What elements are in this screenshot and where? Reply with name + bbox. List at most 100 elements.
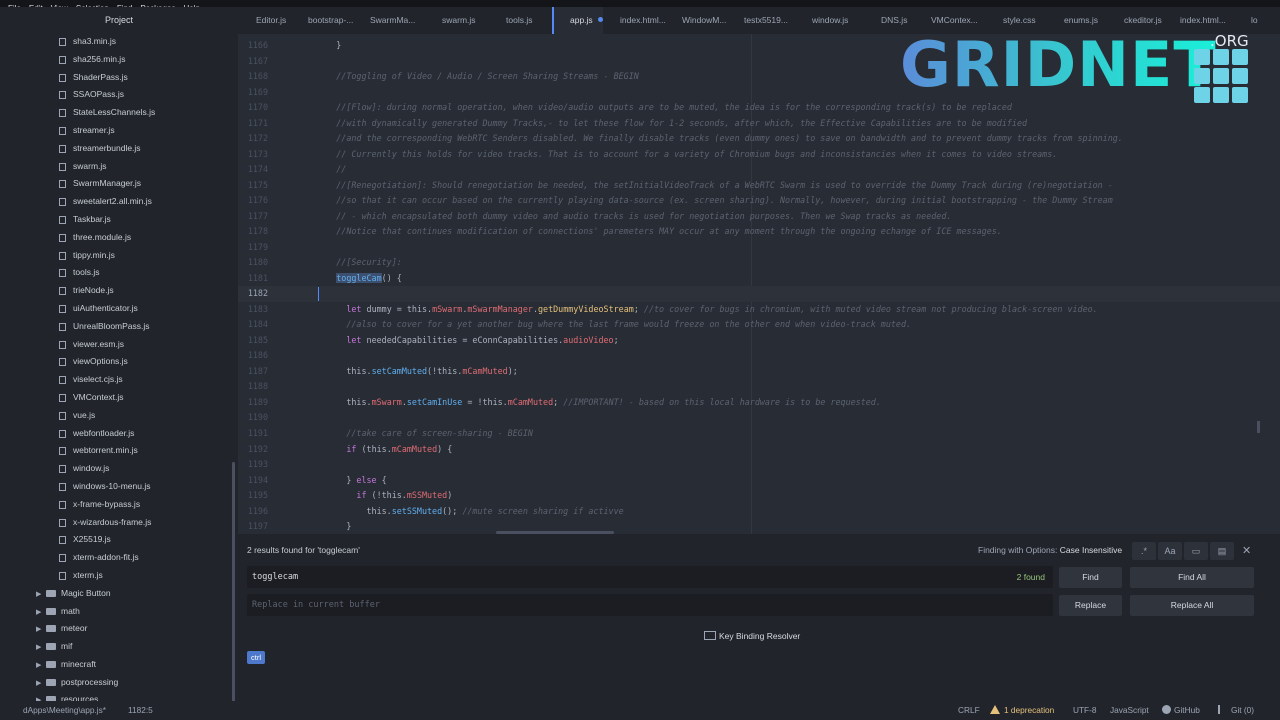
line-number: 1189 (247, 396, 268, 407)
tab-tools-js[interactable]: tools.js (506, 7, 532, 34)
folder-item[interactable]: ▶ postprocessing (0, 674, 238, 692)
file-item[interactable]: X25519.js (0, 531, 238, 549)
vertical-scrollbar[interactable] (1257, 421, 1260, 433)
tab-label: window.js (812, 15, 849, 25)
file-item[interactable]: tippy.min.js (0, 247, 238, 265)
logo-grid-icon (1194, 49, 1248, 103)
file-item[interactable]: streamerbundle.js (0, 140, 238, 158)
file-item[interactable]: UnrealBloomPass.js (0, 318, 238, 336)
tab-windowm-[interactable]: WindowM... (682, 7, 726, 34)
case-toggle-button[interactable]: Aa (1158, 542, 1182, 560)
logo-text: GRIDNET (900, 28, 1217, 101)
tab-bootstrap-[interactable]: bootstrap-... (308, 7, 353, 34)
code-token: ; (553, 396, 564, 407)
code-token: //take care of screen-sharing - BEGIN (306, 428, 533, 438)
folder-item[interactable]: ▶ meteor (0, 620, 238, 638)
in-selection-toggle-button[interactable]: ▭ (1184, 542, 1208, 560)
line-ending[interactable]: CRLF (958, 701, 980, 720)
chevron-right-icon[interactable]: ▶ (36, 604, 46, 622)
code-text: if (!this.mSSMuted) (306, 488, 452, 504)
folder-item[interactable]: ▶ math (0, 603, 238, 621)
file-item[interactable]: webtorrent.min.js (0, 442, 238, 460)
tab-editor-js[interactable]: Editor.js (256, 7, 286, 34)
chevron-right-icon[interactable]: ▶ (36, 657, 46, 675)
github-status[interactable]: GitHub (1162, 701, 1200, 720)
folder-item[interactable]: ▶ minecraft (0, 656, 238, 674)
file-item[interactable]: viewOptions.js (0, 353, 238, 371)
code-line: 1187 this.setCamMuted(!this.mCamMuted); (238, 364, 1280, 380)
replace-button[interactable]: Replace (1059, 595, 1122, 616)
file-item[interactable]: sweetalert2.all.min.js (0, 193, 238, 211)
chevron-right-icon[interactable]: ▶ (36, 621, 46, 639)
file-label: viewOptions.js (73, 356, 128, 367)
tab-testx5519-[interactable]: testx5519... (744, 7, 788, 34)
close-icon[interactable]: ✕ (1242, 544, 1251, 557)
file-item[interactable]: streamer.js (0, 122, 238, 140)
file-item[interactable]: vue.js (0, 407, 238, 425)
file-item[interactable]: SwarmManager.js (0, 175, 238, 193)
tab-window-js[interactable]: window.js (812, 7, 848, 34)
tab-app-js[interactable]: app.js (552, 7, 603, 34)
code-editor[interactable]: 1166 } 1167 1168 //Toggling of Video / Aud… (238, 34, 1280, 534)
key-binding-resolver[interactable]: Key Binding Resolver (704, 630, 800, 641)
grammar-selector[interactable]: JavaScript (1110, 701, 1149, 720)
file-item[interactable]: SSAOPass.js (0, 86, 238, 104)
file-item[interactable]: xterm-addon-fit.js (0, 549, 238, 567)
chevron-right-icon[interactable]: ▶ (36, 675, 46, 693)
file-item[interactable]: viewer.esm.js (0, 336, 238, 354)
file-item[interactable]: webfontloader.js (0, 425, 238, 443)
file-item[interactable]: ShaderPass.js (0, 69, 238, 87)
folder-item[interactable]: ▶ mif (0, 638, 238, 656)
replace-input[interactable]: Replace in current buffer (247, 594, 1053, 616)
code-token: //IMPORTANT! - based on this local hardw… (563, 396, 881, 407)
folder-label: postprocessing (61, 676, 119, 687)
file-item[interactable]: trieNode.js (0, 282, 238, 300)
chevron-right-icon[interactable]: ▶ (36, 639, 46, 657)
tab-label: WindowM... (682, 15, 727, 25)
file-item[interactable]: xterm.js (0, 567, 238, 585)
deprecation-label: 1 deprecation (1004, 705, 1055, 715)
whole-word-toggle-button[interactable]: ▤ (1210, 542, 1234, 560)
file-encoding[interactable]: UTF-8 (1073, 701, 1097, 720)
file-item[interactable]: Taskbar.js (0, 211, 238, 229)
gridnet-logo: GRIDNET .ORG (900, 32, 1252, 106)
chevron-right-icon[interactable]: ▶ (36, 692, 46, 701)
file-item[interactable]: swarm.js (0, 158, 238, 176)
find-all-button[interactable]: Find All (1130, 567, 1254, 588)
tab-index-html-[interactable]: index.html... (620, 7, 666, 34)
sidebar-scrollbar[interactable] (232, 462, 235, 701)
regex-toggle-button[interactable]: .* (1132, 542, 1156, 560)
code-line: 1183 let dummy = this.mSwarm.mSwarmManag… (238, 302, 1280, 318)
file-item[interactable]: three.module.js (0, 229, 238, 247)
file-icon (59, 215, 66, 224)
find-button[interactable]: Find (1059, 567, 1122, 588)
tab-label: lo (1251, 15, 1258, 25)
file-path[interactable]: dApps\Meeting\app.js* (23, 701, 106, 720)
file-item[interactable]: StateLessChannels.js (0, 104, 238, 122)
file-icon (59, 109, 66, 118)
code-text: this.setCamMuted(!this.mCamMuted); (306, 364, 517, 380)
folder-item[interactable]: ▶ Magic Button (0, 585, 238, 603)
file-item[interactable]: tools.js (0, 264, 238, 282)
line-number: 1187 (247, 365, 268, 376)
file-item[interactable]: sha256.min.js (0, 51, 238, 69)
find-input[interactable]: togglecam 2 found (247, 566, 1053, 588)
cursor-position[interactable]: 1182:5 (128, 701, 153, 720)
tab-label: tools.js (506, 15, 533, 25)
file-item[interactable]: x-wizardous-frame.js (0, 514, 238, 532)
file-item[interactable]: sha3.min.js (0, 33, 238, 51)
file-item[interactable]: VMContext.js (0, 389, 238, 407)
file-item[interactable]: window.js (0, 460, 238, 478)
replace-all-button[interactable]: Replace All (1130, 595, 1254, 616)
file-item[interactable]: uiAuthenticator.js (0, 300, 238, 318)
tab-swarmma-[interactable]: SwarmMa... (370, 7, 415, 34)
chevron-right-icon[interactable]: ▶ (36, 586, 46, 604)
tab-lo[interactable]: lo (1251, 7, 1258, 34)
tab-swarm-js[interactable]: swarm.js (442, 7, 476, 34)
git-status[interactable]: Git (0) (1218, 701, 1254, 720)
file-item[interactable]: x-frame-bypass.js (0, 496, 238, 514)
folder-item[interactable]: ▶ resources (0, 691, 238, 701)
file-item[interactable]: windows-10-menu.js (0, 478, 238, 496)
deprecation-status[interactable]: 1 deprecation (990, 701, 1054, 720)
file-item[interactable]: viselect.cjs.js (0, 371, 238, 389)
